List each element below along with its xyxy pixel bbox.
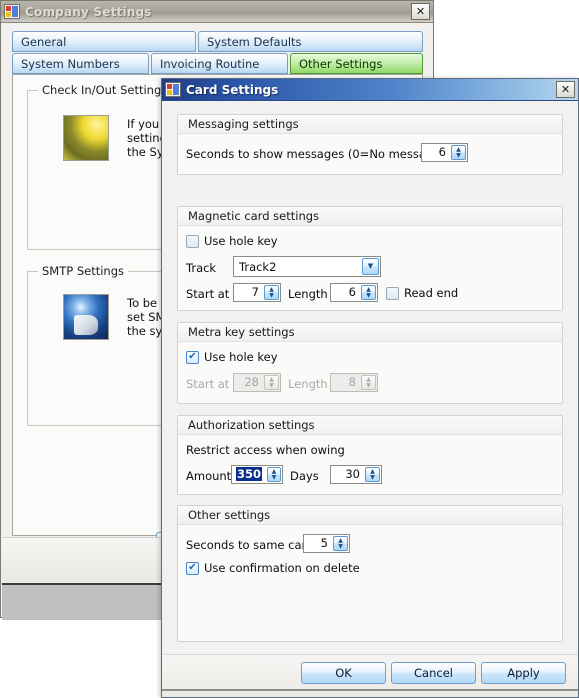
tab-general-label: General — [21, 34, 67, 49]
checkbox-unchecked-icon: ✔ — [186, 234, 199, 248]
read-end-label: Read end — [404, 286, 459, 300]
amount-value-wrap: 350 — [232, 466, 267, 483]
seconds-to-show-messages-label: Seconds to show messages (0=No messages) — [186, 147, 451, 161]
authorization-settings-legend: Authorization settings — [178, 416, 562, 435]
chevron-down-icon: ▼ — [366, 381, 371, 389]
checkbox-checked-icon: ✔ — [186, 350, 199, 364]
magnetic-length-stepper[interactable]: 6 ▲ ▼ — [330, 283, 378, 302]
read-end-checkbox[interactable]: ✔ Read end — [386, 286, 458, 300]
chevron-down-icon: ▼ — [269, 291, 274, 299]
metra-start-at-label: Start at — [186, 377, 230, 391]
stepper-arrows-icon[interactable]: ▲ ▼ — [451, 145, 466, 160]
metra-length-stepper: 8 ▲ ▼ — [330, 373, 378, 392]
messaging-settings-legend: Messaging settings — [178, 115, 562, 134]
card-settings-body: Messaging settings Seconds to show messa… — [162, 101, 578, 697]
use-confirmation-on-delete-checkbox[interactable]: ✔ Use confirmation on delete — [186, 561, 360, 575]
chevron-down-icon: ▼ — [370, 473, 375, 481]
tab-system-defaults[interactable]: System Defaults — [198, 31, 423, 52]
amount-label: Amount — [186, 469, 232, 483]
magnetic-card-settings-fieldset: Magnetic card settings ✔ Use hole key Tr… — [177, 206, 563, 311]
tab-system-numbers-label: System Numbers — [21, 56, 120, 71]
authorization-settings-fieldset: Authorization settings Restrict access w… — [177, 415, 563, 495]
messaging-settings-fieldset: Messaging settings Seconds to show messa… — [177, 114, 563, 175]
days-label: Days — [290, 469, 319, 483]
company-settings-close-button[interactable]: ✕ — [411, 3, 430, 20]
seconds-to-same-card-value: 5 — [320, 536, 328, 550]
metra-use-hole-key-label: Use hole key — [204, 350, 278, 364]
chevron-down-icon: ▼ — [338, 542, 343, 550]
magnetic-length-value: 6 — [348, 285, 356, 299]
track-label: Track — [186, 261, 217, 275]
seconds-to-same-card-label: Seconds to same card — [186, 538, 314, 552]
tab-system-defaults-label: System Defaults — [207, 34, 302, 49]
card-settings-footer: OK Cancel Apply — [162, 654, 578, 697]
thunderbird-mail-icon — [63, 294, 109, 340]
other-settings-legend: Other settings — [178, 506, 562, 525]
metra-length-value: 8 — [348, 375, 356, 389]
metra-key-settings-legend: Metra key settings — [178, 323, 562, 342]
tab-other-settings[interactable]: Other Settings — [290, 53, 423, 74]
company-settings-tabstrip: General System Defaults System Numbers I… — [12, 31, 423, 75]
seconds-to-show-messages-value: 6 — [438, 145, 446, 159]
company-settings-title: Company Settings — [25, 4, 152, 19]
amount-stepper[interactable]: 350 ▲ ▼ — [231, 465, 283, 484]
days-value: 30 — [345, 467, 360, 481]
card-settings-title: Card Settings — [186, 82, 279, 97]
track-selected-value: Track2 — [239, 259, 277, 274]
stepper-arrows-icon: ▲ ▼ — [361, 375, 376, 390]
checkbox-checked-icon: ✔ — [186, 561, 199, 575]
metra-key-settings-fieldset: Metra key settings ✔ Use hole key Start … — [177, 322, 563, 404]
magnetic-card-settings-legend: Magnetic card settings — [178, 207, 562, 226]
check-in-out-settings-legend: Check In/Out Settings — [38, 83, 172, 97]
magnetic-use-hole-key-label: Use hole key — [204, 234, 278, 248]
tab-invoicing-routine-label: Invoicing Routine — [160, 56, 260, 71]
metra-start-at-stepper: 28 ▲ ▼ — [233, 373, 281, 392]
stepper-arrows-icon: ▲ ▼ — [264, 375, 279, 390]
magnetic-start-at-label: Start at — [186, 287, 230, 301]
magnetic-start-at-value: 7 — [251, 285, 259, 299]
stepper-arrows-icon[interactable]: ▲ ▼ — [264, 285, 279, 300]
yellow-image-thumbnail — [63, 115, 109, 161]
stepper-arrows-icon[interactable]: ▲ ▼ — [361, 285, 376, 300]
other-settings-fieldset: Other settings Seconds to same card 5 ▲ … — [177, 505, 563, 642]
chevron-down-icon[interactable]: ▼ — [362, 258, 379, 275]
chevron-down-icon: ▼ — [366, 291, 371, 299]
window-app-icon — [4, 4, 20, 19]
tab-other-settings-label: Other Settings — [299, 56, 383, 71]
checkbox-unchecked-icon: ✔ — [386, 286, 399, 300]
restrict-access-label: Restrict access when owing — [186, 443, 345, 457]
days-stepper[interactable]: 30 ▲ ▼ — [330, 465, 382, 484]
tab-system-numbers[interactable]: System Numbers — [12, 53, 149, 74]
chevron-down-icon: ▼ — [271, 473, 277, 481]
track-select[interactable]: Track2 ▼ — [233, 256, 381, 277]
stepper-arrows-icon[interactable]: ▲ ▼ — [267, 467, 281, 482]
metra-length-label: Length — [288, 377, 328, 391]
magnetic-length-label: Length — [288, 287, 328, 301]
metra-use-hole-key-checkbox[interactable]: ✔ Use hole key — [186, 350, 278, 364]
card-settings-titlebar[interactable]: Card Settings ✕ — [162, 79, 578, 101]
cancel-button[interactable]: Cancel — [391, 662, 476, 684]
chevron-down-icon: ▼ — [456, 151, 461, 159]
chevron-down-icon: ▼ — [269, 381, 274, 389]
tab-invoicing-routine[interactable]: Invoicing Routine — [151, 53, 288, 74]
seconds-to-same-card-stepper[interactable]: 5 ▲ ▼ — [303, 534, 350, 553]
card-settings-dialog: Card Settings ✕ Messaging settings Secon… — [161, 78, 579, 698]
screen: Company Settings ✕ General System Defaul… — [0, 0, 579, 698]
magnetic-start-at-stepper[interactable]: 7 ▲ ▼ — [233, 283, 281, 302]
window-app-icon — [165, 82, 181, 97]
card-settings-close-button[interactable]: ✕ — [556, 81, 575, 98]
metra-start-at-value: 28 — [244, 375, 259, 389]
apply-button[interactable]: Apply — [481, 662, 566, 684]
tab-general[interactable]: General — [12, 31, 196, 52]
magnetic-use-hole-key-checkbox[interactable]: ✔ Use hole key — [186, 234, 278, 248]
ok-button[interactable]: OK — [301, 662, 386, 684]
use-confirmation-on-delete-label: Use confirmation on delete — [204, 561, 360, 575]
smtp-settings-legend: SMTP Settings — [38, 264, 129, 278]
seconds-to-show-messages-stepper[interactable]: 6 ▲ ▼ — [421, 143, 468, 162]
footer-divider — [162, 689, 578, 691]
amount-value: 350 — [236, 467, 263, 481]
company-settings-titlebar[interactable]: Company Settings ✕ — [1, 1, 433, 23]
stepper-arrows-icon[interactable]: ▲ ▼ — [365, 467, 380, 482]
stepper-arrows-icon[interactable]: ▲ ▼ — [333, 536, 348, 551]
